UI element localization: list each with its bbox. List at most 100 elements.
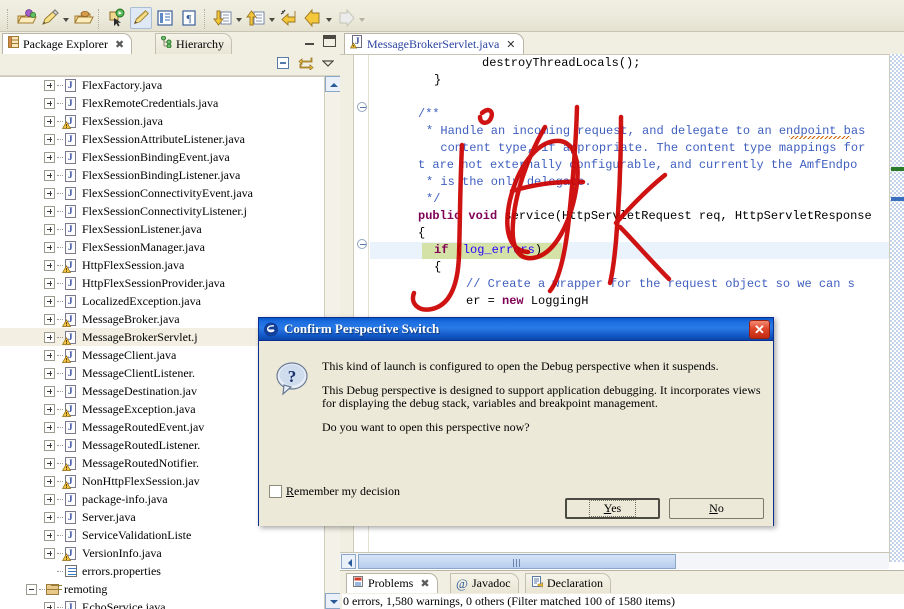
code-line[interactable]: er = new LoggingH <box>466 293 588 310</box>
tree-expander[interactable] <box>44 97 55 109</box>
tree-expander[interactable] <box>44 475 55 487</box>
tree-item[interactable]: VersionInfo.java <box>0 544 340 562</box>
tree-expander[interactable] <box>44 313 55 325</box>
editor-overview-ruler[interactable] <box>889 54 904 562</box>
minimize-view-button[interactable] <box>303 35 316 47</box>
tree-item[interactable]: remoting <box>0 580 340 598</box>
tree-expander[interactable] <box>44 277 55 289</box>
previous-annotation-icon[interactable] <box>245 7 267 29</box>
tree-expander[interactable] <box>44 241 55 253</box>
code-line[interactable]: { <box>418 225 425 242</box>
tree-expander[interactable] <box>44 187 55 199</box>
tree-expander[interactable] <box>44 349 55 361</box>
checkbox-box[interactable] <box>269 485 282 498</box>
tree-expander[interactable] <box>44 457 55 469</box>
close-icon[interactable]: ✖ <box>115 38 124 51</box>
fold-toggle-icon[interactable] <box>357 239 367 249</box>
code-line[interactable]: if (log_errors) <box>434 242 542 259</box>
close-icon[interactable]: ✖ <box>420 577 429 590</box>
tree-expander[interactable] <box>44 601 55 609</box>
tab-messagebrokerservlet[interactable]: J MessageBrokerServlet.java ✕ <box>344 33 524 54</box>
save-dropdown-arrow[interactable] <box>62 7 71 29</box>
tree-item[interactable]: FlexSessionConnectivityListener.j <box>0 202 340 220</box>
tab-declaration[interactable]: Declaration <box>525 573 611 593</box>
code-line[interactable]: */ <box>426 191 440 208</box>
last-edit-location-icon[interactable] <box>278 7 300 29</box>
code-line[interactable]: // Create a wrapper for the request obje… <box>466 276 855 293</box>
tree-expander[interactable] <box>44 295 55 307</box>
view-menu-icon[interactable] <box>321 58 335 71</box>
tree-item[interactable]: FlexRemoteCredentials.java <box>0 94 340 112</box>
dialog-title-bar[interactable]: Confirm Perspective Switch ✕ <box>259 318 773 341</box>
yes-button[interactable]: Yes <box>565 498 660 519</box>
open-type-icon[interactable] <box>72 7 94 29</box>
overview-marker[interactable] <box>891 197 904 201</box>
tree-item[interactable]: EchoService.java <box>0 598 340 609</box>
scroll-up-button[interactable] <box>325 76 341 92</box>
hscroll-thumb[interactable] <box>358 554 676 569</box>
tab-problems[interactable]: Problems ✖ <box>346 573 438 593</box>
tab-hierarchy[interactable]: Hierarchy <box>155 33 232 54</box>
tree-expander[interactable] <box>44 115 55 127</box>
tree-item[interactable]: errors.properties <box>0 562 340 580</box>
debug-run-icon[interactable] <box>106 7 128 29</box>
close-icon[interactable]: ✕ <box>506 38 515 51</box>
tree-item[interactable]: FlexSessionManager.java <box>0 238 340 256</box>
tree-item[interactable]: LocalizedException.java <box>0 292 340 310</box>
tree-item[interactable]: FlexSessionBindingListener.java <box>0 166 340 184</box>
open-element-icon[interactable] <box>154 7 176 29</box>
dialog-close-button[interactable]: ✕ <box>749 320 770 339</box>
collapse-all-icon[interactable] <box>276 56 290 73</box>
code-line[interactable]: { <box>434 259 441 276</box>
tree-expander[interactable] <box>44 367 55 379</box>
tree-item[interactable]: FlexSession.java <box>0 112 340 130</box>
editor-horizontal-scrollbar[interactable] <box>340 552 889 569</box>
tree-item[interactable]: FlexSessionConnectivityEvent.java <box>0 184 340 202</box>
tree-item[interactable]: FlexSessionBindingEvent.java <box>0 148 340 166</box>
maximize-view-button[interactable] <box>323 35 336 47</box>
code-line[interactable]: destroyThreadLocals(); <box>482 55 640 72</box>
tab-package-explorer[interactable]: Package Explorer ✖ <box>2 33 133 54</box>
tree-item[interactable]: FlexFactory.java <box>0 77 340 94</box>
tree-expander[interactable] <box>44 385 55 397</box>
tab-javadoc[interactable]: @ Javadoc <box>450 573 519 593</box>
tree-expander[interactable] <box>44 421 55 433</box>
tree-expander[interactable] <box>44 79 55 91</box>
tree-expander[interactable] <box>44 493 55 505</box>
tree-expander[interactable] <box>44 511 55 523</box>
tree-expander[interactable] <box>44 169 55 181</box>
tree-expander[interactable] <box>44 331 55 343</box>
tree-expander[interactable] <box>26 583 37 595</box>
code-line[interactable]: } <box>434 72 441 89</box>
tree-expander[interactable] <box>44 547 55 559</box>
tree-expander[interactable] <box>44 403 55 415</box>
tree-item[interactable]: FlexSessionListener.java <box>0 220 340 238</box>
whitespace-icon[interactable]: ¶ <box>178 7 200 29</box>
tree-expander[interactable] <box>44 259 55 271</box>
tree-expander[interactable] <box>44 151 55 163</box>
tree-expander[interactable] <box>44 205 55 217</box>
next-annotation-icon[interactable] <box>212 7 234 29</box>
scroll-left-button[interactable] <box>341 554 356 569</box>
tree-item[interactable]: FlexSessionAttributeListener.java <box>0 130 340 148</box>
tree-expander[interactable] <box>44 223 55 235</box>
new-wizard-icon[interactable] <box>15 7 37 29</box>
tree-expander[interactable] <box>44 529 55 541</box>
no-button[interactable]: No <box>669 498 764 519</box>
previous-annotation-arrow[interactable] <box>268 7 277 29</box>
tree-item[interactable]: ServiceValidationListe <box>0 526 340 544</box>
tree-item[interactable]: HttpFlexSession.java <box>0 256 340 274</box>
code-line[interactable]: t are not externally configurable, and c… <box>418 157 857 174</box>
save-icon[interactable] <box>39 7 61 29</box>
back-arrow[interactable] <box>325 7 334 29</box>
code-line[interactable]: content type, if appropriate. The conten… <box>426 140 865 157</box>
tree-expander[interactable] <box>44 439 55 451</box>
toggle-markoccurrences-icon[interactable] <box>130 7 152 29</box>
code-line[interactable]: /** <box>418 106 440 123</box>
remember-my-decision-checkbox[interactable]: Remember my decision <box>269 484 400 499</box>
link-with-editor-icon[interactable] <box>298 56 314 73</box>
next-annotation-arrow[interactable] <box>235 7 244 29</box>
code-line[interactable]: * is the only delegate. <box>426 174 592 191</box>
scroll-down-button[interactable] <box>325 593 341 609</box>
tree-expander[interactable] <box>44 133 55 145</box>
